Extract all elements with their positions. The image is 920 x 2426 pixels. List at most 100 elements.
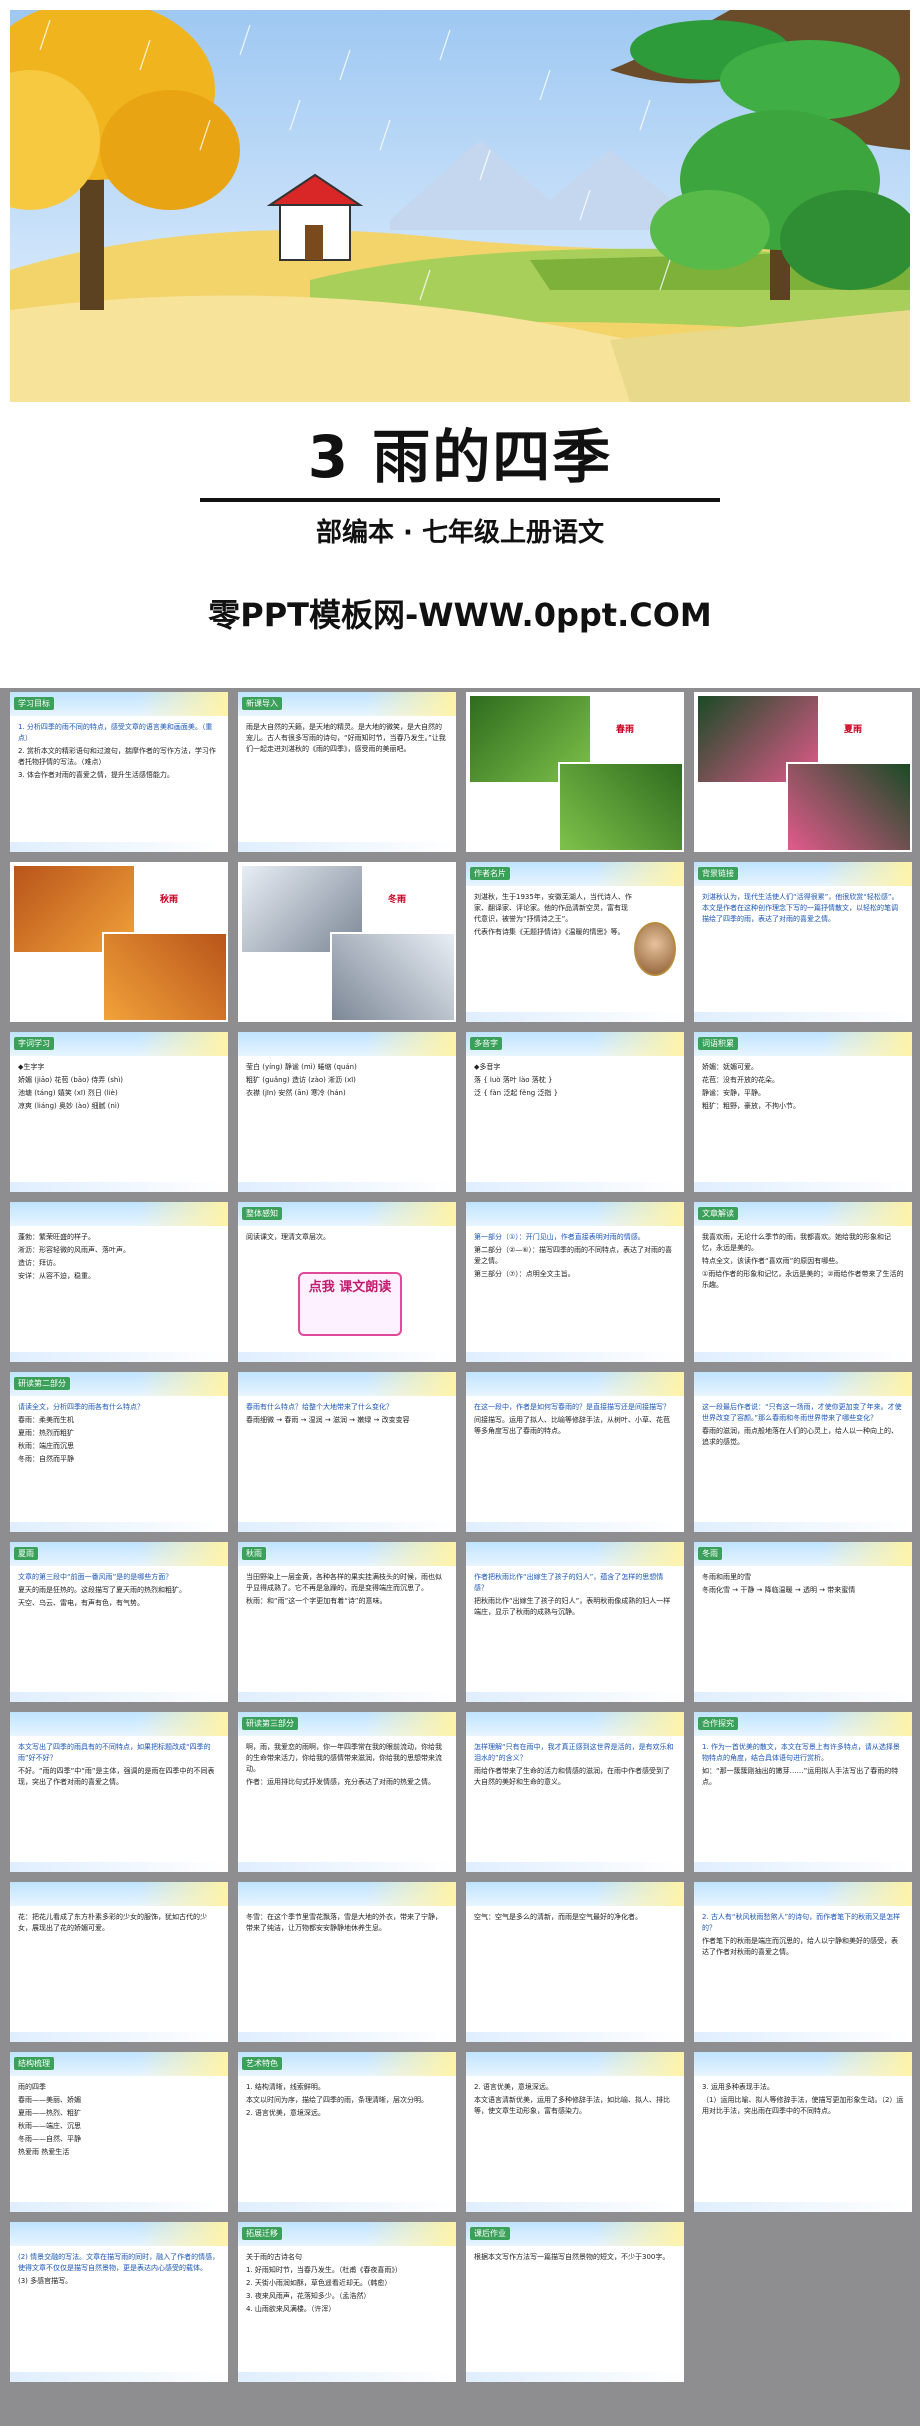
slide-thumbnail[interactable]: 作者名片 刘湛秋，生于1935年，安徽芜湖人，当代诗人、作家、翻译家、评论家。他的… <box>466 862 684 1022</box>
slide-text-line: 秋雨——端庄、沉思 <box>18 2122 81 2130</box>
slide-section-tag: 研读第二部分 <box>14 1377 70 1390</box>
slide-text-line: 花苞：没有开放的花朵。 <box>702 1076 779 1084</box>
slide-body-text: 当田野染上一层金黄，各种各样的果实挂满枝头的时候，雨也似乎显得成熟了。它不再是急… <box>246 1572 448 1609</box>
slide-thumbnail[interactable]: 学习目标 1. 分析四季的雨不同的特点，感受文章的语言美和画面美。（重点） 2. 赏… <box>10 692 228 852</box>
slide-text-line: 夏雨——热烈、粗犷 <box>18 2109 81 2117</box>
slide-text-line: 空气：空气是多么的清新，而雨是空气最好的净化者。 <box>474 1913 642 1921</box>
slide-footer <box>466 1182 684 1192</box>
slide-section-tag: 结构梳理 <box>14 2057 54 2070</box>
slide-thumbnail[interactable]: 合作探究 1. 作为一首优美的散文，本文在写景上有许多特点，请从选择景物特点的角度… <box>694 1712 912 1872</box>
slide-thumbnail[interactable]: 2. 语言优美，意境深远。 本文语言清新优美，运用了多种修辞手法，如比喻、拟人、排… <box>466 2052 684 2212</box>
slide-body-text: 空气：空气是多么的清新，而雨是空气最好的净化者。 <box>474 1912 676 1925</box>
slide-thumbnail[interactable]: 蓬勃：繁荣旺盛的样子。 淅沥：形容轻微的风雨声、落叶声。 造访：拜访。 安详：从容不迫… <box>10 1202 228 1362</box>
slide-text-line: 在这一段中，作者是如何写春雨的？是直接描写还是间接描写？ <box>474 1403 670 1411</box>
season-caption: 春雨 <box>616 725 635 735</box>
slide-thumbnail[interactable]: 冬雪：在这个季节里雪花飘落，雪是大地的外衣，带来了宁静，带来了纯洁，让万物都安安… <box>238 1882 456 2042</box>
slide-thumbnail[interactable]: 夏雨 文章的第三段中“前面一番风雨”是的是哪些方面？ 夏天的雨是狂热的。这段描写了夏… <box>10 1542 228 1702</box>
slide-footer <box>466 2032 684 2042</box>
slide-thumbnail[interactable]: 艺术特色 1. 结构清晰，线索鲜明。 本文以时间为序，描绘了四季的雨，条理清晰，层次… <box>238 2052 456 2212</box>
slide-thumbnail[interactable]: (2) 情景交融的写法。文章在描写雨的同时，融入了作者的情感，使得文章不仅仅是描… <box>10 2222 228 2382</box>
slide-section-tag: 课后作业 <box>470 2227 510 2240</box>
slide-text-line: 作者：运用排比句式抒发情感，充分表达了对雨的热爱之情。 <box>246 1778 435 1786</box>
slide-footer <box>10 1182 228 1192</box>
slide-thumbnail[interactable]: 莹白 (yíng) 静谧 (mì) 蜷缩 (quán) 粗犷 (guǎng) 造访… <box>238 1032 456 1192</box>
slide-text-line: 3. 体会作者对雨的喜爱之情，提升生活感悟能力。 <box>18 771 174 779</box>
slide-thumbnail[interactable]: 多音字 ◆多音字落 { luò 落叶 lào 落枕 } 泛 { fàn 泛起 fěn… <box>466 1032 684 1192</box>
slide-header-band <box>466 1882 684 1906</box>
slide-thumbnail[interactable]: 研读第二部分请读全文，分析四季的雨各有什么特点？ 春雨：柔美而生机 夏雨：热烈而粗犷… <box>10 1372 228 1532</box>
slide-thumbnail[interactable]: 本文写出了四季的雨具有的不同特点，如果把标题改成“四季的雨”好不好？ 不好。“雨的… <box>10 1712 228 1872</box>
read-aloud-button[interactable]: 点我 课文朗读 <box>298 1272 402 1336</box>
slide-text-line: 第三部分（⑦）：点明全文主旨。 <box>474 1270 575 1278</box>
slide-thumbnail[interactable]: 冬雨 <box>238 862 456 1022</box>
slide-text-line: 本文写出了四季的雨具有的不同特点，如果把标题改成“四季的雨”好不好？ <box>18 1743 211 1762</box>
slide-thumbnail[interactable]: 花：把花儿看成了东方朴素多彩的少女的服饰，犹如古代的少女，展现出了花的娇媚可爱。 <box>10 1882 228 2042</box>
slide-body-text: 雨的四季 春雨——美丽、娇媚 夏雨——热烈、粗犷 秋雨——端庄、沉思 冬雨——自然、平静… <box>18 2082 220 2160</box>
slide-thumbnail[interactable]: 整体感知 阅读课文，理清文章层次。 点我 课文朗读 <box>238 1202 456 1362</box>
slide-thumbnail[interactable]: 春雨 <box>466 692 684 852</box>
slide-thumbnail[interactable]: 在这一段中，作者是如何写春雨的？是直接描写还是间接描写？ 间接描写。运用了拟人、比… <box>466 1372 684 1532</box>
slide-header-band <box>694 1372 912 1396</box>
slide-thumbnail[interactable]: 秋雨 <box>10 862 228 1022</box>
slide-footer <box>466 1352 684 1362</box>
slide-header-band <box>238 1882 456 1906</box>
slide-text-line: 当田野染上一层金黄，各种各样的果实挂满枝头的时候，雨也似乎显得成熟了。它不再是急… <box>246 1573 442 1592</box>
slide-body-text: 冬雨和雨里的雪 冬雨化雪 → 干静 → 降临温暖 → 透明 → 带来蜜情 <box>702 1572 904 1598</box>
slide-text-line: 莹白 (yíng) 静谧 (mì) 蜷缩 (quán) <box>246 1063 357 1071</box>
slide-body-text: (2) 情景交融的写法。文章在描写雨的同时，融入了作者的情感，使得文章不仅仅是描… <box>18 2252 220 2289</box>
slide-footer <box>238 1692 456 1702</box>
slide-text-line: 娇媚：妩媚可爱。 <box>702 1063 758 1071</box>
slide-thumbnail[interactable]: 春雨有什么特点？给整个大地带来了什么变化？ 春雨细微 → 春雨 → 湿润 → 滋润… <box>238 1372 456 1532</box>
slide-thumbnail[interactable]: 结构梳理雨的四季 春雨——美丽、娇媚 夏雨——热烈、粗犷 秋雨——端庄、沉思 冬雨——自… <box>10 2052 228 2212</box>
slide-text-line: 冬雪：在这个季节里雪花飘落，雪是大地的外衣，带来了宁静，带来了纯洁，让万物都安安… <box>246 1913 442 1932</box>
slide-body-text: 3. 运用多种表现手法。 （1）运用比喻、拟人等修辞手法，使描写更加形象生动。（2… <box>702 2082 904 2119</box>
slide-thumbnail[interactable]: 第一部分（①）：开门见山，作者直接表明对雨的情感。 第二部分（②—⑥）：描写四季的… <box>466 1202 684 1362</box>
slide-footer <box>466 1522 684 1532</box>
slide-body-text: 关于雨的古诗名句 1. 好雨知时节，当春乃发生。（杜甫《春夜喜雨》） 2. 天街小雨… <box>246 2252 448 2317</box>
slide-thumbnail[interactable]: 作者把秋雨比作“出嫁生了孩子的妇人”，蕴含了怎样的思想情感？ 把秋雨比作“出嫁生了… <box>466 1542 684 1702</box>
slide-thumbnail[interactable]: 拓展迁移 关于雨的古诗名句 1. 好雨知时节，当春乃发生。（杜甫《春夜喜雨》） 2. … <box>238 2222 456 2382</box>
season-photo <box>330 932 456 1022</box>
slide-section-tag: 秋雨 <box>242 1547 266 1560</box>
slide-section-tag: 词语积累 <box>698 1037 738 1050</box>
slide-thumbnail[interactable]: 课后作业根据本文写作方法写一篇描写自然景物的短文，不少于300字。 <box>466 2222 684 2382</box>
slide-text-line: 1. 分析四季的雨不同的特点，感受文章的语言美和画面美。（重点） <box>18 723 213 742</box>
slide-body-text: 娇媚：妩媚可爱。 花苞：没有开放的花朵。 静谧：安静，平静。 粗犷：粗野，豪放，不拘小… <box>702 1062 904 1114</box>
slide-thumbnail[interactable]: 3. 运用多种表现手法。 （1）运用比喻、拟人等修辞手法，使描写更加形象生动。（2… <box>694 2052 912 2212</box>
slide-footer <box>238 1352 456 1362</box>
slide-text-line: 我喜欢雨，无论什么季节的雨，我都喜欢。她给我的形象和记忆，永远是美的。 <box>702 1233 891 1252</box>
slide-thumbnail[interactable]: 文章解读 我喜欢雨，无论什么季节的雨，我都喜欢。她给我的形象和记忆，永远是美的。特… <box>694 1202 912 1362</box>
slide-section-tag: 合作探究 <box>698 1717 738 1730</box>
slide-header-band <box>466 1202 684 1226</box>
slide-footer <box>466 1012 684 1022</box>
slide-footer <box>238 2202 456 2212</box>
slide-thumbnail[interactable]: 空气：空气是多么的清新，而雨是空气最好的净化者。 <box>466 1882 684 2042</box>
slide-text-line: 造访：拜访。 <box>18 1259 60 1267</box>
slide-text-line: 不好。“雨的四季”中“雨”是主体，强调的是雨在四季中的不同表现，突出了作者对雨的… <box>18 1767 215 1786</box>
slide-text-line: 粗犷 (guǎng) 造访 (zào) 淅沥 (xī) <box>246 1076 356 1084</box>
slide-text-line: （1）运用比喻、拟人等修辞手法，使描写更加形象生动。（2）运用对比手法，突出雨在… <box>702 2096 904 2115</box>
slide-header-band <box>238 1032 456 1056</box>
slide-thumbnail[interactable]: 背景链接 刘湛秋认为，现代生活使人们“活得很累”，他很欣赏“轻松感”。本文是作者在… <box>694 862 912 1022</box>
slide-body-text: 根据本文写作方法写一篇描写自然景物的短文，不少于300字。 <box>474 2252 676 2265</box>
slide-footer <box>10 1352 228 1362</box>
slide-text-line: 冬雨：自然而平静 <box>18 1455 74 1463</box>
slide-thumbnail[interactable]: 怎样理解“只有在雨中，我才真正感到这世界是活的，是有欢乐和泪水的”的含义？ 雨给作… <box>466 1712 684 1872</box>
slide-text-line: 特点全文，该读作者“喜欢雨”的原因有哪些。 <box>702 1257 843 1265</box>
slide-thumbnail[interactable]: 夏雨 <box>694 692 912 852</box>
slide-thumbnail[interactable]: 研读第三部分 啊，雨，我爱恋的雨啊，你一年四季常在我的眼前流动，你给我的生命带来活… <box>238 1712 456 1872</box>
slide-text-line: 花：把花儿看成了东方朴素多彩的少女的服饰，犹如古代的少女，展现出了花的娇媚可爱。 <box>18 1913 207 1932</box>
slide-thumbnail[interactable]: 冬雨 冬雨和雨里的雪 冬雨化雪 → 干静 → 降临温暖 → 透明 → 带来蜜情 <box>694 1542 912 1702</box>
slide-thumbnail[interactable]: 这一段最后作者说：“只有这一场雨，才使你更加变了年来。才使世界改变了容颜。”那么… <box>694 1372 912 1532</box>
slide-thumbnail[interactable]: 新课导入 雨是大自然的天籁，是天地的精灵。是大地的微笑，是大自然的宠儿。古人有很多… <box>238 692 456 852</box>
slide-body-text: 请读全文，分析四季的雨各有什么特点？ 春雨：柔美而生机 夏雨：热烈而粗犷 秋雨：端庄而… <box>18 1402 220 1467</box>
slide-thumbnail[interactable]: 词语积累 娇媚：妩媚可爱。 花苞：没有开放的花朵。 静谧：安静，平静。 粗犷：粗野，豪放… <box>694 1032 912 1192</box>
slide-text-line: ◆生字字 <box>18 1063 45 1071</box>
slide-text-line: 夏天的雨是狂热的。这段描写了夏天雨的热烈和粗犷。 <box>18 1586 186 1594</box>
slide-body-text: 在这一段中，作者是如何写春雨的？是直接描写还是间接描写？ 间接描写。运用了拟人、比… <box>474 1402 676 1439</box>
slide-thumbnail[interactable]: 2. 古人有“秋风秋雨愁煞人”的诗句，而作者笔下的秋雨又是怎样的？ 作者笔下的秋雨… <box>694 1882 912 2042</box>
slide-thumbnail[interactable]: 秋雨当田野染上一层金黄，各种各样的果实挂满枝头的时候，雨也似乎显得成熟了。它不再… <box>238 1542 456 1702</box>
slide-section-tag: 整体感知 <box>242 1207 282 1220</box>
slide-footer <box>694 2202 912 2212</box>
slide-thumbnail[interactable]: 字词学习 ◆生字字 娇媚 (jiāo) 花苞 (bāo) 侍弄 (shì) 池塘 (t… <box>10 1032 228 1192</box>
